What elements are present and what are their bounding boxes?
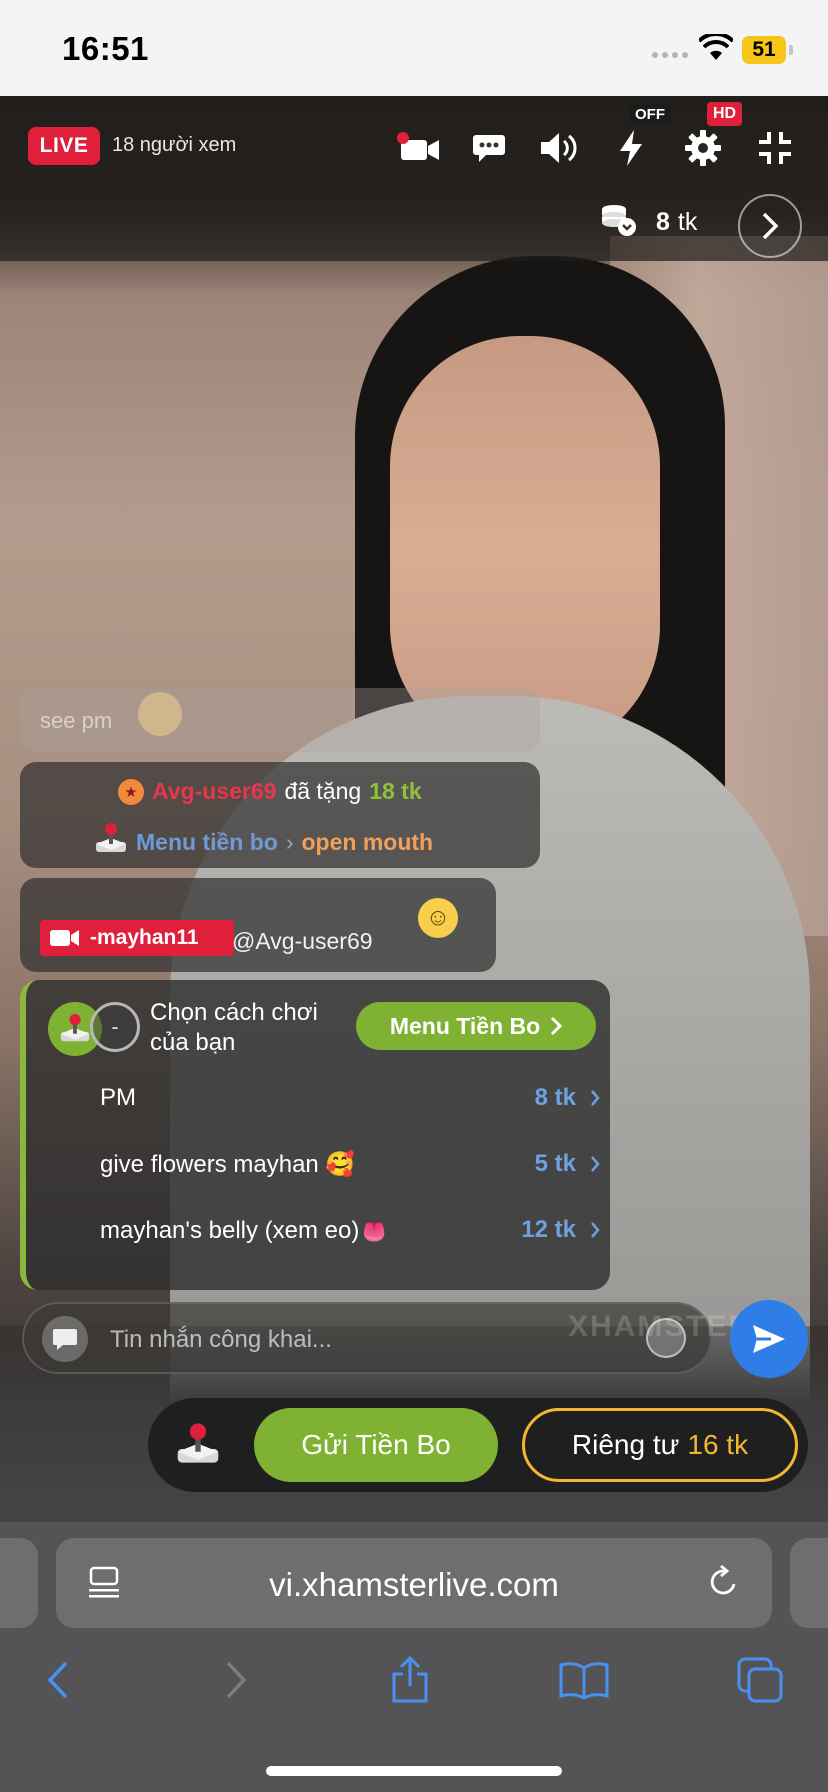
joystick-icon[interactable] — [168, 1415, 228, 1475]
chevron-right-button[interactable] — [738, 194, 802, 258]
status-time: 16:51 — [62, 30, 149, 67]
bookmarks-icon[interactable] — [554, 1652, 614, 1708]
cellular-signal-icon — [652, 52, 688, 58]
gear-icon[interactable] — [680, 128, 726, 168]
mention-text: @Avg-user69 — [232, 928, 373, 954]
volume-icon[interactable] — [536, 128, 582, 168]
chevron-right-icon — [591, 1090, 600, 1106]
tip-menu-title: Chọn cách chơi của bạn — [150, 999, 318, 1056]
tip-notification: ★ Avg-user69 đã tặng 18 tk Menu tiền bo … — [20, 762, 540, 868]
star-rank-icon: ★ — [118, 778, 144, 805]
tip-menu-button[interactable]: Menu Tiền Bo — [356, 1002, 596, 1050]
price-text: 8 tk — [534, 1084, 576, 1111]
back-icon[interactable] — [28, 1652, 88, 1708]
camera-icon[interactable] — [396, 128, 442, 168]
tip-menu-item[interactable]: give flowers mayhan 🥰 5 tk — [100, 1142, 600, 1186]
forward-icon[interactable] — [206, 1652, 266, 1708]
input-placeholder: Tin nhắn công khai... — [110, 1326, 332, 1353]
chevron-right-icon — [591, 1222, 600, 1238]
home-indicator[interactable] — [266, 1766, 562, 1776]
tip-menu-item-price: 12 tk — [521, 1216, 600, 1244]
tip-menu-item[interactable]: PM 8 tk — [100, 1076, 600, 1120]
tip-menu-item-label: PM — [100, 1084, 136, 1111]
private-label: Riêng tư — [571, 1429, 680, 1460]
coins-unit: tk — [677, 207, 698, 236]
viewer-count: 18 người xem — [112, 134, 237, 156]
tip-menu-item-label: give flowers mayhan 🥰 — [100, 1150, 356, 1178]
status-bar: 16:51 51 — [0, 0, 828, 96]
tip-amount: 18 tk — [369, 778, 422, 804]
smile-emoji-icon: ☺ — [418, 898, 458, 938]
private-price: 16 tk — [687, 1429, 749, 1460]
tip-menu-button-label: Menu Tiền Bo — [389, 1012, 541, 1039]
video-top-shade — [0, 96, 828, 261]
send-button[interactable] — [730, 1300, 808, 1378]
chat-message-faded: see pm — [20, 688, 540, 752]
previous-tab-peek[interactable] — [0, 1538, 38, 1628]
next-tab-peek[interactable] — [790, 1538, 828, 1628]
tip-menu-item-label: mayhan's belly (xem eo)👅 — [100, 1216, 390, 1244]
chat-bubble-icon[interactable] — [42, 1316, 88, 1362]
coins-icon — [600, 203, 638, 242]
url-text: vi.xhamsterlive.com — [269, 1566, 559, 1603]
tip-menu-link[interactable]: Menu tiền bo — [136, 829, 278, 856]
flash-off-badge: OFF — [630, 104, 670, 125]
private-show-button[interactable]: Riêng tư 16 tk — [522, 1408, 798, 1482]
wifi-icon — [697, 31, 735, 67]
emoji-picker-icon[interactable] — [646, 1318, 686, 1358]
tabs-icon[interactable] — [730, 1652, 790, 1708]
timer-badge: - — [90, 1002, 140, 1052]
tip-menu-item[interactable]: mayhan's belly (xem eo)👅 12 tk — [100, 1208, 600, 1252]
emoji-icon — [138, 692, 182, 736]
coins-value: 8 — [656, 207, 670, 236]
flash-icon[interactable] — [608, 128, 654, 168]
tip-menu-item-price: 8 tk — [535, 1084, 600, 1112]
tip-action-text: đã tặng — [284, 778, 362, 804]
host-tag[interactable]: -mayhan11 — [40, 920, 234, 956]
address-bar[interactable]: vi.xhamsterlive.com — [56, 1538, 772, 1628]
video-camera-icon — [50, 930, 79, 946]
chat-message-mention: -mayhan11 @Avg-user69 ☺ — [20, 878, 496, 972]
share-icon[interactable] — [380, 1652, 440, 1708]
joystick-icon — [94, 822, 128, 862]
send-tip-button[interactable]: Gửi Tiền Bo — [254, 1408, 498, 1482]
send-icon — [753, 1325, 785, 1353]
tip-line: ★ Avg-user69 đã tặng 18 tk — [118, 778, 422, 805]
chat-icon[interactable] — [466, 128, 512, 168]
chevron-right-icon — [551, 1016, 563, 1036]
hd-badge: HD — [707, 102, 743, 126]
tip-menu-line: Menu tiền bo › open mouth — [94, 822, 433, 862]
battery-tip — [789, 45, 793, 55]
live-badge: LIVE — [28, 127, 100, 165]
price-text: 12 tk — [521, 1216, 576, 1243]
reload-icon[interactable] — [708, 1564, 740, 1605]
chevron-right-icon: › — [285, 828, 294, 855]
tip-menu-item-price: 5 tk — [535, 1150, 600, 1178]
chat-message-text: see pm — [40, 708, 113, 733]
token-balance[interactable]: 8 tk — [600, 202, 697, 242]
host-username: -mayhan11 — [90, 926, 199, 949]
tip-menu-card: - Chọn cách chơi của bạn Menu Tiền Bo PM… — [20, 980, 610, 1290]
chevron-right-icon — [591, 1156, 600, 1172]
tip-item-name: open mouth — [301, 828, 434, 855]
battery-indicator: 51 — [742, 36, 786, 64]
tipper-username[interactable]: Avg-user69 — [152, 778, 276, 805]
price-text: 5 tk — [534, 1150, 576, 1177]
collapse-icon[interactable] — [752, 128, 798, 168]
